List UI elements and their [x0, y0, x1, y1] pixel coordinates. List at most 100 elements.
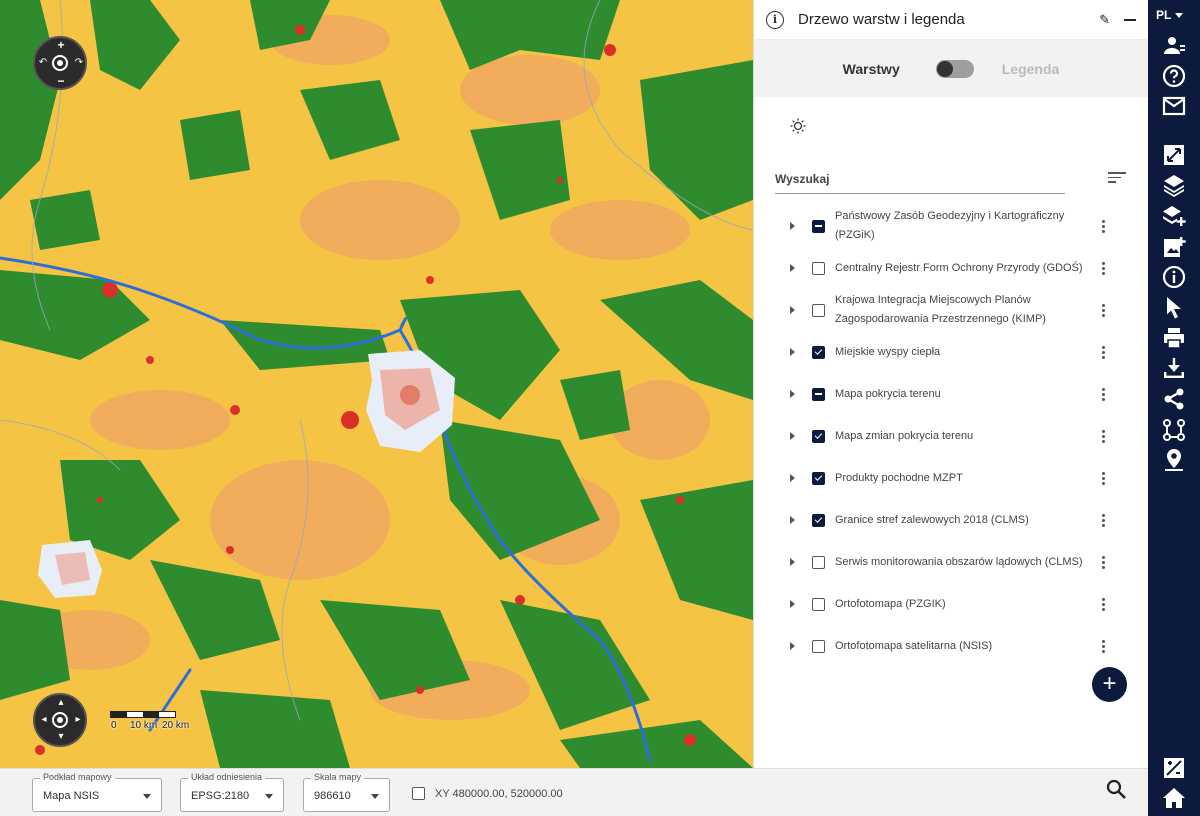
expand-caret-icon[interactable] [790, 642, 795, 650]
add-layer-icon[interactable] [1162, 204, 1186, 228]
layer-name: Serwis monitorowania obszarów lądowych (… [835, 555, 1083, 568]
coordinates-checkbox[interactable] [412, 787, 425, 800]
layer-search-input[interactable]: Wyszukaj [775, 168, 1065, 194]
expand-caret-icon[interactable] [790, 390, 795, 398]
map-view[interactable]: + ↶ ↷ − ▴ ◂ ▸ ▾ 0 10 km 20 km [0, 0, 753, 768]
layer-name: Krajowa Integracja Miejscowych Planów Za… [835, 294, 1046, 325]
layer-visibility-checkbox[interactable] [812, 345, 825, 359]
expand-caret-icon[interactable] [790, 264, 795, 272]
toggle-label-legend[interactable]: Legenda [1002, 61, 1060, 77]
more-options-icon[interactable] [1102, 387, 1106, 401]
layer-visibility-checkbox[interactable] [812, 429, 825, 443]
expand-caret-icon[interactable] [790, 222, 795, 230]
expand-caret-icon[interactable] [790, 516, 795, 524]
crs-select[interactable]: Układ odniesienia EPSG:2180 [180, 772, 284, 812]
add-service-icon[interactable] [1162, 235, 1186, 259]
pan-down-button[interactable]: ▾ [55, 732, 67, 742]
pan-right-button[interactable]: ▸ [72, 715, 84, 725]
layer-visibility-checkbox[interactable] [812, 639, 825, 653]
chevron-down-icon [143, 794, 151, 799]
measure-icon[interactable] [1162, 418, 1186, 442]
extent-icon[interactable] [1162, 143, 1186, 167]
info-icon[interactable]: i [766, 10, 784, 29]
layer-visibility-checkbox[interactable] [812, 303, 825, 317]
rotate-left-button[interactable]: ↶ [37, 58, 49, 68]
expand-caret-icon[interactable] [790, 600, 795, 608]
more-options-icon[interactable] [1102, 219, 1106, 233]
layer-item[interactable]: Miejskie wyspy ciepła [754, 331, 1149, 373]
search-label: Wyszukaj [775, 172, 830, 186]
location-icon[interactable] [1162, 448, 1186, 472]
expand-caret-icon[interactable] [790, 432, 795, 440]
brightness-icon[interactable] [790, 118, 806, 134]
print-icon[interactable] [1162, 326, 1186, 350]
toggle-label-layers[interactable]: Warstwy [843, 61, 900, 77]
rotate-right-button[interactable]: ↷ [73, 58, 85, 68]
coordinates-readout: XY 480000.00, 520000.00 [435, 788, 563, 800]
layer-item[interactable]: Państwowy Zasób Geodezyjny i Kartografic… [754, 205, 1149, 247]
panel-title: Drzewo warstw i legenda [798, 11, 965, 28]
layer-visibility-checkbox[interactable] [812, 555, 825, 569]
expand-caret-icon[interactable] [790, 558, 795, 566]
zoom-in-button[interactable]: + [55, 39, 67, 51]
home-icon[interactable] [1162, 786, 1186, 810]
expand-caret-icon[interactable] [790, 474, 795, 482]
layers-legend-switch[interactable] [935, 59, 974, 78]
layers-icon[interactable] [1162, 173, 1186, 197]
more-options-icon[interactable] [1102, 261, 1106, 275]
select-icon[interactable] [1162, 295, 1186, 319]
layer-item[interactable]: Mapa pokrycia terenu [754, 373, 1149, 415]
mail-icon[interactable] [1162, 94, 1186, 118]
download-icon[interactable] [1162, 356, 1186, 380]
scale-select[interactable]: Skala mapy 986610 [303, 772, 390, 812]
info-icon[interactable] [1162, 265, 1186, 289]
map-pan-zoom-control[interactable]: + ↶ ↷ − [33, 36, 87, 90]
layer-item[interactable]: Granice stref zalewowych 2018 (CLMS) [754, 499, 1149, 541]
basemap-value: Mapa NSIS [43, 790, 100, 802]
pin-icon[interactable]: ✎ [1099, 12, 1110, 28]
layer-item[interactable]: Krajowa Integracja Miejscowych Planów Za… [754, 289, 1149, 331]
scale-label-10: 10 km [130, 720, 158, 731]
more-options-icon[interactable] [1102, 639, 1106, 653]
layer-item[interactable]: Ortofotomapa satelitarna (NSIS) [754, 625, 1149, 667]
more-options-icon[interactable] [1102, 597, 1106, 611]
layer-visibility-checkbox[interactable] [812, 219, 825, 233]
map-status-bar: Podkład mapowy Mapa NSIS Układ odniesien… [0, 768, 1148, 816]
expand-caret-icon[interactable] [790, 306, 795, 314]
pan-up-button[interactable]: ▴ [55, 698, 67, 708]
more-options-icon[interactable] [1102, 303, 1106, 317]
user-icon[interactable] [1162, 34, 1186, 58]
layer-item[interactable]: Mapa zmian pokrycia terenu [754, 415, 1149, 457]
share-icon[interactable] [1162, 387, 1186, 411]
add-layer-button[interactable]: + [1092, 667, 1127, 702]
help-icon[interactable] [1162, 64, 1186, 88]
layer-visibility-checkbox[interactable] [812, 471, 825, 485]
layer-visibility-checkbox[interactable] [812, 513, 825, 527]
zoom-out-button[interactable]: − [55, 75, 67, 87]
layer-name: Ortofotomapa satelitarna (NSIS) [835, 639, 993, 652]
pan-left-button[interactable]: ◂ [38, 715, 50, 725]
more-options-icon[interactable] [1102, 429, 1106, 443]
search-icon[interactable] [1106, 779, 1126, 799]
sort-icon[interactable] [1108, 172, 1126, 186]
more-options-icon[interactable] [1102, 513, 1106, 527]
more-options-icon[interactable] [1102, 345, 1106, 359]
layer-item[interactable]: Ortofotomapa (PZGIK) [754, 583, 1149, 625]
layer-item[interactable]: Produkty pochodne MZPT [754, 457, 1149, 499]
recenter-icon[interactable] [52, 55, 68, 71]
layer-item[interactable]: Centralny Rejestr Form Ochrony Przyrody … [754, 247, 1149, 289]
language-selector[interactable]: PL [1156, 8, 1184, 22]
layer-visibility-checkbox[interactable] [812, 261, 825, 275]
layer-visibility-checkbox[interactable] [812, 597, 825, 611]
minimize-button[interactable] [1124, 18, 1136, 21]
map-navigation-control[interactable]: ▴ ◂ ▸ ▾ [33, 693, 87, 747]
globe-icon[interactable] [52, 712, 68, 728]
more-options-icon[interactable] [1102, 555, 1106, 569]
layer-name: Miejskie wyspy ciepła [835, 345, 941, 358]
layer-visibility-checkbox[interactable] [812, 387, 825, 401]
basemap-select[interactable]: Podkład mapowy Mapa NSIS [32, 772, 162, 812]
layer-item[interactable]: Serwis monitorowania obszarów lądowych (… [754, 541, 1149, 583]
expand-caret-icon[interactable] [790, 348, 795, 356]
more-options-icon[interactable] [1102, 471, 1106, 485]
draw-icon[interactable] [1162, 756, 1186, 780]
